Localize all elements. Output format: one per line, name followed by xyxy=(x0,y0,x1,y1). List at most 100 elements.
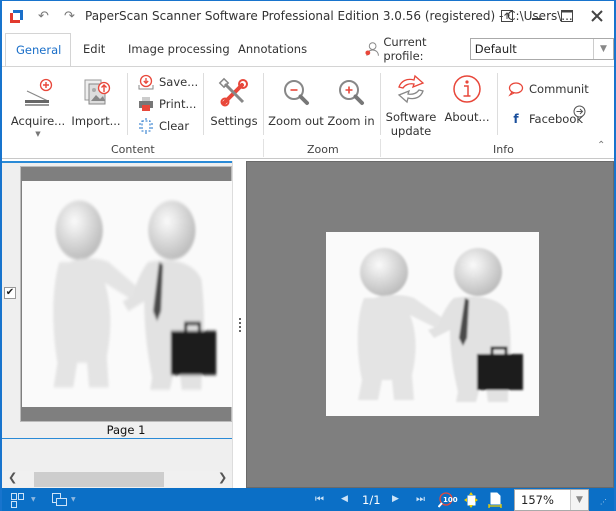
group-label-zoom: Zoom xyxy=(307,143,339,156)
speech-bubble-icon xyxy=(508,82,524,97)
clear-button[interactable]: Clear xyxy=(138,118,189,134)
panel-dropdown-arrow-icon[interactable]: ▼ xyxy=(71,496,76,503)
group-separator xyxy=(380,139,381,157)
software-update-label-line2: update xyxy=(390,124,432,138)
save-icon xyxy=(138,74,154,90)
clear-label: Clear xyxy=(159,119,190,133)
zoom-level-value: 157% xyxy=(521,493,554,507)
splitter-grip-icon[interactable] xyxy=(239,318,241,332)
software-update-label-line1: Software xyxy=(385,110,437,124)
zoom-in-label: Zoom in xyxy=(327,114,375,128)
page-select-checkbox[interactable]: ✔ xyxy=(4,287,16,299)
scrollbar-thumb[interactable] xyxy=(34,472,164,487)
minimize-button[interactable] xyxy=(522,5,552,27)
import-label: Import... xyxy=(71,114,121,128)
tab-edit[interactable]: Edit xyxy=(73,33,115,66)
facebook-icon: f xyxy=(513,112,519,126)
ribbon-separator xyxy=(380,73,381,135)
settings-label: Settings xyxy=(210,114,258,128)
save-label: Save... xyxy=(159,75,199,89)
page-label: Page 1 xyxy=(106,423,146,437)
tab-annotations[interactable]: Annotations xyxy=(228,33,317,66)
handshake-image xyxy=(357,248,523,402)
user-profile-icon xyxy=(365,42,379,56)
handshake-image xyxy=(53,200,217,390)
clear-page-icon xyxy=(139,118,153,134)
tab-image-processing[interactable]: Image processing xyxy=(118,33,240,66)
community-link[interactable]: Communit xyxy=(508,81,589,97)
profile-dropdown[interactable]: Default ▼ xyxy=(469,38,614,60)
ribbon-separator xyxy=(497,73,498,135)
group-label-content: Content xyxy=(111,143,155,156)
document-viewer[interactable] xyxy=(246,161,614,488)
next-page-icon[interactable]: ▶ xyxy=(392,494,399,504)
facebook-link[interactable]: f Facebook xyxy=(508,111,583,127)
acquire-button[interactable]: Acquire... ▼ xyxy=(10,77,66,138)
acquire-dropdown-arrow-icon[interactable]: ▼ xyxy=(35,130,40,138)
last-page-icon[interactable]: ⏭ xyxy=(416,494,425,505)
software-update-button[interactable]: Software update xyxy=(383,73,439,138)
fit-page-icon[interactable] xyxy=(463,492,479,508)
title-bar: ↶ ↷ PaperScan Scanner Software Professio… xyxy=(2,1,614,33)
tab-general[interactable]: General xyxy=(5,33,71,67)
settings-button[interactable]: Settings xyxy=(209,77,259,128)
app-window: ↶ ↷ PaperScan Scanner Software Professio… xyxy=(0,0,616,511)
fit-width-icon[interactable] xyxy=(488,492,502,508)
import-button[interactable]: Import... xyxy=(70,77,122,128)
zoom-100-button[interactable]: 100 xyxy=(437,492,458,508)
import-image-icon xyxy=(84,79,111,105)
arrow-right-circle-icon[interactable] xyxy=(573,105,586,118)
profile-selector: Current profile: Default ▼ xyxy=(364,35,614,63)
resize-grip-icon[interactable]: ⋰ xyxy=(600,498,607,506)
scroll-right-icon[interactable]: ❯ xyxy=(218,471,227,484)
zoom-out-icon xyxy=(284,80,309,105)
scroll-left-icon[interactable]: ❮ xyxy=(8,471,17,484)
print-button[interactable]: Print... xyxy=(138,96,196,112)
previous-page-icon[interactable]: ◀ xyxy=(341,494,348,504)
thumbnail-divider xyxy=(2,438,232,439)
profile-value: Default xyxy=(474,42,517,56)
settings-tools-icon xyxy=(218,77,248,107)
thumbnail-layout-icon[interactable] xyxy=(11,493,25,508)
chevron-down-icon[interactable]: ▼ xyxy=(570,490,588,510)
ribbon-panel: Acquire... ▼ Import... Save... Print... … xyxy=(2,66,614,159)
zoom-in-button[interactable]: Zoom in xyxy=(326,77,376,128)
thumbnail-panel: ✔ Page 1 ❮ ❯ xyxy=(2,161,232,488)
ribbon-display-icon xyxy=(501,10,513,22)
acquire-label: Acquire... xyxy=(10,114,66,128)
ribbon-separator xyxy=(203,73,204,135)
zoom-out-button[interactable]: Zoom out xyxy=(268,77,324,128)
about-label: About... xyxy=(444,110,490,124)
undo-icon[interactable]: ↶ xyxy=(38,9,49,24)
page-image xyxy=(326,232,539,416)
thumbnail-item[interactable] xyxy=(20,166,232,422)
group-label-info: Info xyxy=(493,143,514,156)
first-page-icon[interactable]: ⏮ xyxy=(315,494,324,505)
collapse-ribbon-icon[interactable]: ⌃ xyxy=(597,140,605,151)
community-label: Communit xyxy=(529,82,589,96)
panel-layout-icon[interactable] xyxy=(52,493,68,507)
panel-splitter[interactable] xyxy=(232,161,246,488)
save-button[interactable]: Save... xyxy=(138,74,198,90)
software-update-icon xyxy=(397,74,425,104)
print-icon xyxy=(139,97,153,111)
status-bar: ▼ ▼ ⏮ ◀ 1/1 ▶ ⏭ 100 157% ▼ ⋰ xyxy=(2,488,614,511)
ribbon-display-button[interactable] xyxy=(492,5,522,27)
chevron-down-icon[interactable]: ▼ xyxy=(593,39,613,59)
minimize-icon xyxy=(532,18,542,20)
horizontal-scrollbar[interactable]: ❮ ❯ xyxy=(2,471,232,488)
zoom-in-icon xyxy=(339,80,364,105)
info-icon xyxy=(453,75,481,103)
redo-icon[interactable]: ↷ xyxy=(64,9,75,24)
layout-dropdown-arrow-icon[interactable]: ▼ xyxy=(31,496,36,503)
close-button[interactable] xyxy=(582,5,612,27)
about-button[interactable]: About... xyxy=(442,73,492,124)
zoom-actual-size-icon: 100 xyxy=(437,492,458,508)
zoom-level-dropdown[interactable]: 157% ▼ xyxy=(514,489,589,511)
maximize-button[interactable] xyxy=(552,5,582,27)
zoom-100-text: 100 xyxy=(443,496,458,504)
close-icon xyxy=(591,10,603,22)
thumbnail-image xyxy=(22,181,232,407)
maximize-icon xyxy=(561,10,573,22)
page-indicator: 1/1 xyxy=(362,493,381,507)
